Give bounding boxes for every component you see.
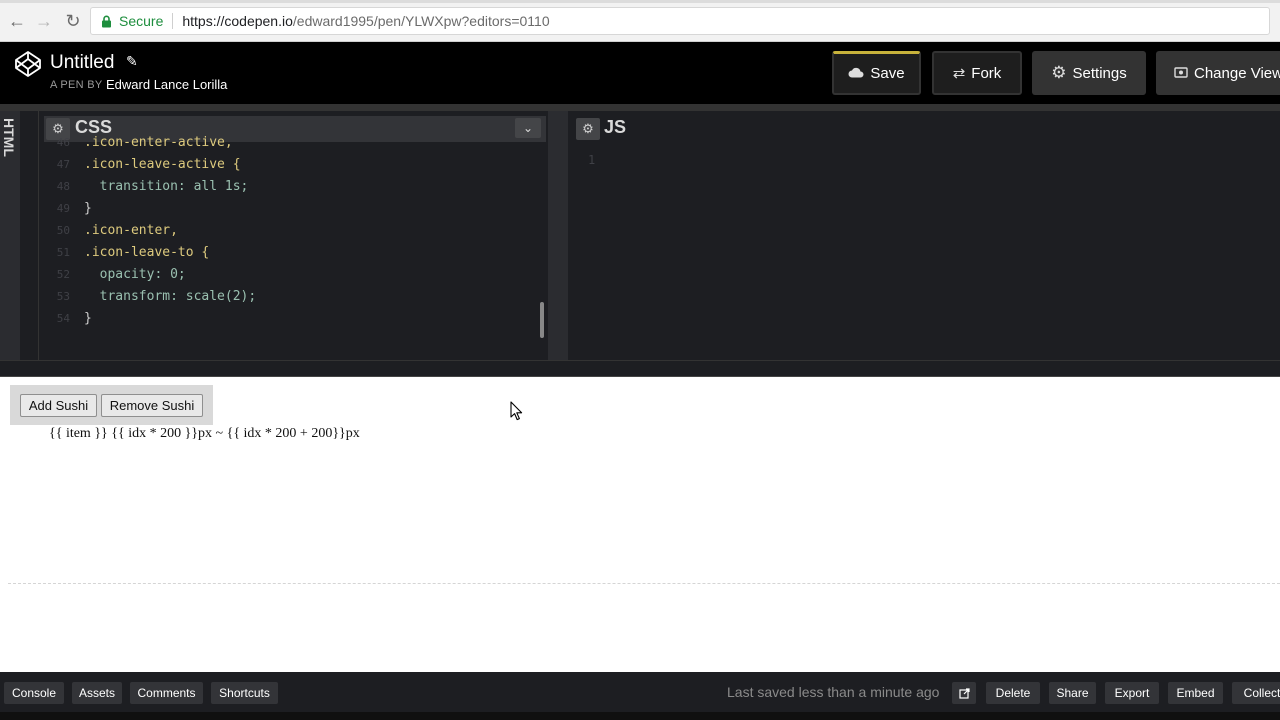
assets-button[interactable]: Assets (72, 682, 122, 704)
export-button[interactable]: Export (1105, 682, 1159, 704)
fork-button[interactable]: ⇄ Fork (932, 51, 1022, 95)
embed-button[interactable]: Embed (1168, 682, 1223, 704)
js-editor-title: JS (604, 117, 627, 137)
codepen-logo-icon[interactable] (14, 50, 42, 78)
code-line: 46 .icon-enter-active, (44, 134, 539, 154)
tab-strip (0, 0, 1280, 3)
gear-icon: ⚙ (1051, 63, 1067, 82)
js-editor[interactable] (568, 111, 1280, 360)
code-text: .icon-enter, (84, 223, 178, 238)
line-number: 1 (588, 153, 596, 167)
save-button[interactable]: Save (832, 51, 921, 95)
css-code[interactable]: 46 .icon-enter-active, 47 .icon-leave-acti… (44, 134, 539, 354)
reload-icon[interactable]: ↻ (62, 10, 84, 32)
code-text: } (84, 201, 92, 216)
settings-button[interactable]: ⚙ Settings (1032, 51, 1146, 95)
pen-by-label: A PEN BY (50, 79, 103, 91)
comments-button[interactable]: Comments (130, 682, 203, 704)
fork-icon: ⇄ (952, 65, 966, 82)
editor-top-border (0, 104, 1280, 111)
change-view-label: Change View (1194, 64, 1280, 82)
code-line: 52 opacity: 0; (44, 264, 539, 286)
line-number: 51 (56, 246, 70, 259)
console-button[interactable]: Console (4, 682, 64, 704)
fork-label: Fork (971, 64, 1002, 82)
back-arrow-icon[interactable]: ← (6, 10, 28, 32)
code-text: } (84, 311, 92, 326)
line-number: 52 (56, 268, 70, 281)
url-separator (172, 13, 174, 29)
code-text: opacity: 0; (84, 267, 186, 282)
code-text: transition: all 1s; (84, 179, 249, 194)
line-number: 50 (56, 224, 70, 237)
secure-label: Secure (119, 13, 164, 29)
view-icon (1174, 65, 1188, 82)
save-label: Save (870, 65, 905, 82)
change-view-button[interactable]: Change View (1156, 51, 1280, 95)
editor-splitter[interactable] (548, 111, 568, 360)
code-line: 50 .icon-enter, (44, 220, 539, 242)
js-settings-gear-icon[interactable]: ⚙ (576, 118, 600, 140)
mouse-cursor-icon (510, 401, 524, 421)
collect-button[interactable]: Collect (1232, 682, 1280, 704)
external-link-icon[interactable] (952, 682, 976, 704)
pen-author[interactable]: Edward Lance Lorilla (106, 77, 227, 92)
os-taskbar (0, 712, 1280, 720)
share-button[interactable]: Share (1049, 682, 1096, 704)
lock-icon (99, 14, 113, 28)
last-saved-status: Last saved less than a minute ago (727, 684, 940, 700)
html-editor-label[interactable]: HTML (1, 118, 17, 157)
preview-resizer[interactable] (0, 360, 1280, 377)
line-number: 49 (56, 202, 70, 215)
dashed-divider (8, 583, 1280, 584)
settings-label: Settings (1072, 64, 1127, 82)
url-text[interactable]: https://codepen.io/edward1995/pen/YLWXpw… (182, 13, 549, 29)
delete-button[interactable]: Delete (986, 682, 1040, 704)
template-output-text: {{ item }} {{ idx * 200 }}px ~ {{ idx * … (49, 426, 360, 441)
pen-title[interactable]: Untitled (50, 52, 114, 74)
css-scrollbar-thumb[interactable] (540, 302, 544, 338)
pencil-icon[interactable]: ✎ (126, 53, 138, 70)
code-text: .icon-leave-active { (84, 157, 241, 172)
cloud-icon (848, 65, 864, 82)
code-line: 54} (44, 308, 539, 330)
editor-divider[interactable] (20, 111, 38, 360)
url-host: https://codepen.io (182, 13, 293, 29)
line-number: 48 (56, 180, 70, 193)
line-number: 54 (56, 312, 70, 325)
url-path: /edward1995/pen/YLWXpw?editors=0110 (292, 13, 550, 29)
add-sushi-button[interactable]: Add Sushi (20, 394, 97, 417)
code-line: 51 .icon-leave-to { (44, 242, 539, 264)
code-line: 53 transform: scale(2); (44, 286, 539, 308)
code-text: .icon-enter-active, (84, 135, 233, 150)
line-number: 47 (56, 158, 70, 171)
line-number: 46 (56, 136, 70, 149)
address-bar[interactable]: Secure https://codepen.io/edward1995/pen… (90, 7, 1270, 35)
code-text: .icon-leave-to { (84, 245, 210, 260)
code-line: 49} (44, 198, 539, 220)
code-line: 48 transition: all 1s; (44, 176, 539, 198)
remove-sushi-button[interactable]: Remove Sushi (101, 394, 203, 417)
line-number: 53 (56, 290, 70, 303)
code-line: 47 .icon-leave-active { (44, 154, 539, 176)
shortcuts-button[interactable]: Shortcuts (211, 682, 278, 704)
forward-arrow-icon[interactable]: → (33, 10, 55, 32)
code-text: transform: scale(2); (84, 289, 257, 304)
